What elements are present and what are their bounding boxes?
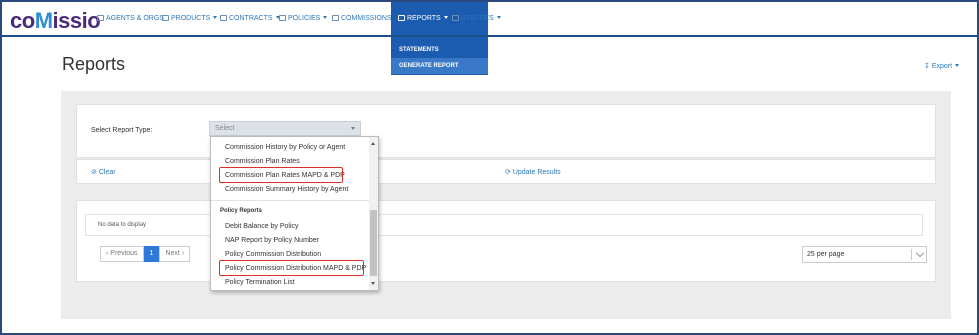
app-window: coMissio AGENTS & ORGS PRODUCTS CONTRACT…	[0, 0, 979, 335]
utilities-icon	[452, 15, 459, 21]
list-item[interactable]: Commission Plan Rates	[225, 158, 300, 165]
previous-page-button[interactable]: ‹ Previous	[100, 246, 144, 262]
refresh-icon: ⟳	[505, 169, 511, 176]
top-navigation: coMissio AGENTS & ORGS PRODUCTS CONTRACT…	[2, 2, 977, 37]
list-item[interactable]: Policy Commission Distribution	[225, 251, 321, 258]
app-logo[interactable]: coMissio	[10, 8, 101, 34]
page-size-select[interactable]: 25 per page	[802, 246, 927, 263]
highlight-box	[219, 167, 343, 183]
group-label-policy-reports: Policy Reports	[220, 208, 263, 214]
report-panel: Select Report Type: ⊘ Clear ⟳ Update Res…	[61, 91, 951, 319]
chevron-down-icon	[955, 64, 960, 67]
reports-menu: STATEMENTS GENERATE REPORT	[391, 37, 488, 75]
highlight-box	[219, 260, 364, 276]
next-page-button[interactable]: Next ›	[159, 246, 191, 262]
divider	[211, 200, 370, 201]
chevron-down-icon	[915, 248, 925, 258]
listbox-scrollbar[interactable]	[369, 137, 378, 290]
update-results-button[interactable]: ⟳ Update Results	[505, 168, 561, 176]
page-number-button[interactable]: 1	[143, 246, 160, 262]
chevron-down-icon	[443, 16, 448, 19]
products-icon	[162, 15, 169, 21]
list-item[interactable]: NAP Report by Policy Number	[225, 237, 319, 244]
criteria-section: Select Report Type:	[76, 104, 936, 158]
pagination: ‹ Previous 1 Next ›	[100, 246, 191, 262]
report-type-select[interactable]: Select	[209, 121, 361, 136]
menu-item-statements[interactable]: STATEMENTS	[391, 42, 488, 58]
menu-item-generate-report[interactable]: GENERATE REPORT	[391, 58, 488, 74]
results-grid: No data to display ‹ Previous 1 Next › 2…	[76, 200, 936, 282]
report-type-label: Select Report Type:	[91, 127, 153, 134]
export-button[interactable]: ↧ Export	[924, 62, 960, 70]
agents-icon	[97, 15, 104, 21]
clear-icon: ⊘	[91, 169, 97, 176]
commissions-icon	[332, 15, 339, 21]
chevron-down-icon	[213, 16, 218, 19]
action-bar: ⊘ Clear ⟳ Update Results	[76, 159, 936, 184]
reports-icon	[398, 15, 405, 21]
report-type-listbox[interactable]: Commission History by Policy or Agent Co…	[210, 136, 379, 291]
chevron-down-icon	[323, 16, 328, 19]
clear-button[interactable]: ⊘ Clear	[91, 168, 116, 176]
contracts-icon	[220, 15, 227, 21]
nav-agents-orgs[interactable]: AGENTS & ORGS	[97, 2, 164, 35]
nav-policies[interactable]: POLICIES	[279, 2, 328, 35]
nav-utilities[interactable]: UTILITIES	[452, 2, 501, 35]
page-title: Reports	[62, 54, 126, 74]
nav-contracts[interactable]: CONTRACTS	[220, 2, 280, 35]
scrollbar-thumb[interactable]	[370, 210, 377, 276]
export-icon: ↧	[924, 63, 930, 70]
chevron-down-icon	[351, 127, 355, 130]
select-divider	[911, 249, 912, 260]
policies-icon	[279, 15, 286, 21]
scroll-up-icon[interactable]	[371, 142, 375, 145]
nav-commissions[interactable]: COMMISSIONS	[332, 2, 399, 35]
list-item[interactable]: Commission History by Policy or Agent	[225, 144, 345, 151]
list-item[interactable]: Commission Summary History by Agent	[225, 186, 348, 193]
chevron-right-icon: ›	[181, 250, 185, 257]
scroll-down-icon[interactable]	[371, 282, 375, 285]
list-item[interactable]: Policy Termination List	[225, 279, 295, 286]
chevron-left-icon: ‹	[106, 250, 109, 257]
chevron-down-icon	[496, 16, 501, 19]
list-item[interactable]: Debit Balance by Policy	[225, 223, 299, 230]
nav-products[interactable]: PRODUCTS	[162, 2, 218, 35]
